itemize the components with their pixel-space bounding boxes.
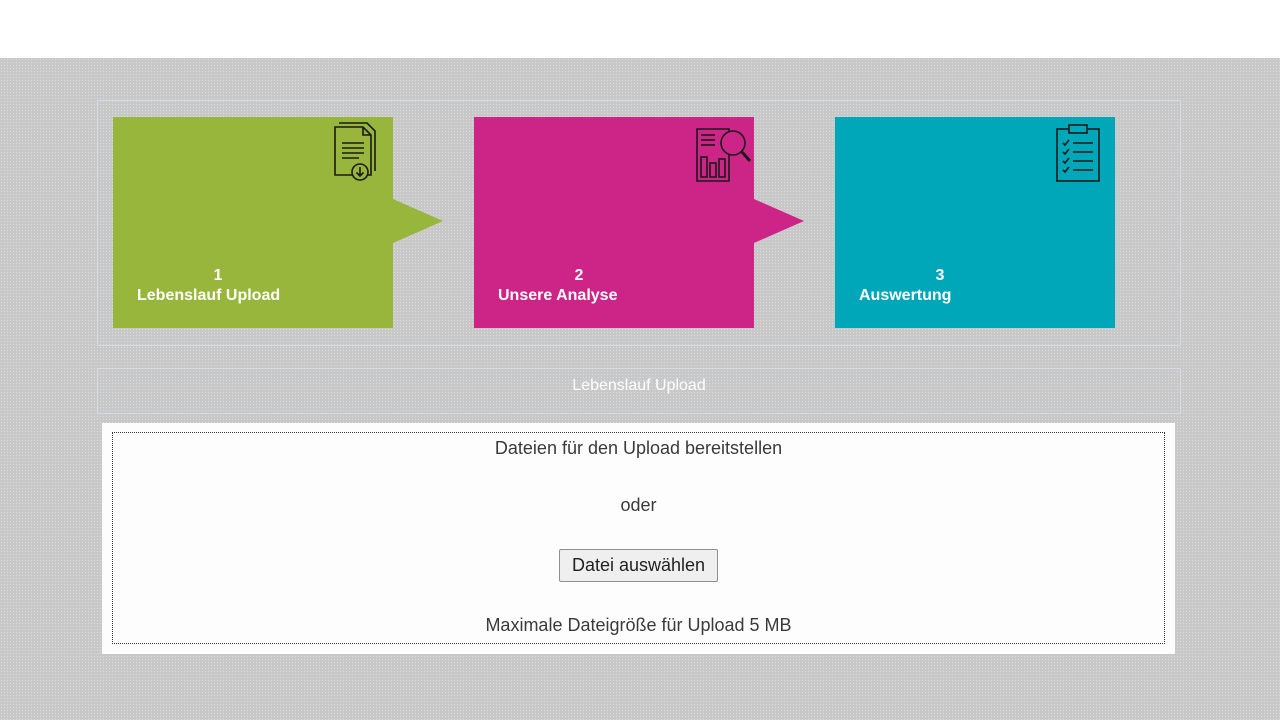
report-magnifier-icon (696, 128, 752, 182)
upload-panel: Dateien für den Upload bereitstellen ode… (102, 423, 1175, 654)
step-analysis: 2 Unsere Analyse (474, 117, 804, 328)
step-evaluation: 3 Auswertung (835, 117, 1115, 328)
clipboard-checklist-icon (1056, 124, 1100, 182)
step-arrow (754, 199, 804, 243)
dropzone-or-text: oder (620, 495, 657, 515)
step-number: 2 (574, 267, 584, 284)
top-bar (0, 0, 1280, 58)
step-label: Unsere Analyse (498, 287, 618, 304)
file-dropzone[interactable]: Dateien für den Upload bereitstellen ode… (112, 432, 1165, 644)
page-body: 1 Lebenslauf Upload 2 Unsere Analyse 3 A… (0, 58, 1280, 720)
step-number: 1 (213, 267, 223, 284)
steps-panel: 1 Lebenslauf Upload 2 Unsere Analyse 3 A… (97, 100, 1181, 346)
max-file-size-text: Maximale Dateigröße für Upload 5 MB (485, 615, 792, 635)
step-label: Lebenslauf Upload (137, 287, 281, 304)
step-number: 3 (935, 267, 945, 284)
step-arrow (393, 199, 443, 243)
step-label: Auswertung (859, 287, 952, 304)
step-upload: 1 Lebenslauf Upload (113, 117, 443, 328)
dropzone-prompt: Dateien für den Upload bereitstellen (494, 438, 783, 458)
select-file-button[interactable]: Datei auswählen (559, 549, 718, 582)
section-title: Lebenslauf Upload (97, 368, 1181, 414)
document-download-icon (334, 122, 376, 181)
